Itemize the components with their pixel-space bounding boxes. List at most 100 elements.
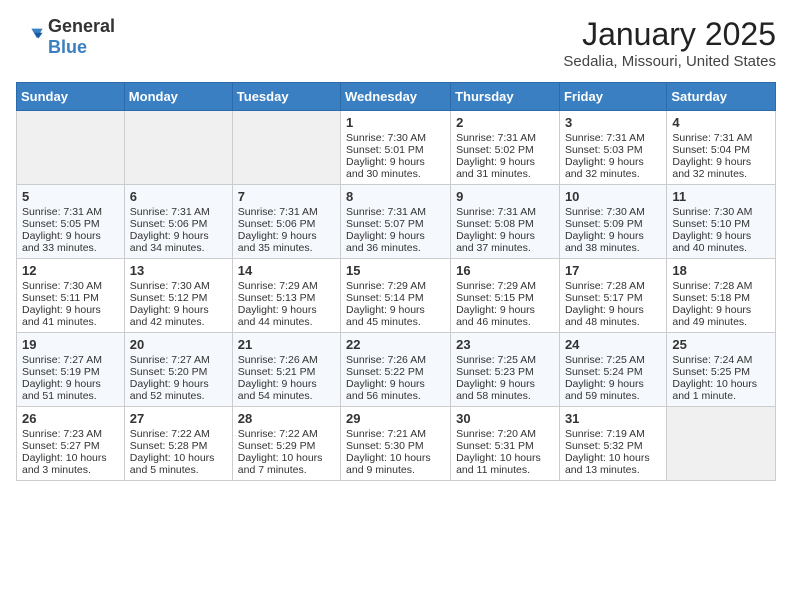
calendar-cell: 5Sunrise: 7:31 AMSunset: 5:05 PMDaylight… xyxy=(17,185,125,259)
weekday-header-wednesday: Wednesday xyxy=(341,83,451,111)
daylight-text: Daylight: 9 hours and 42 minutes. xyxy=(130,304,227,328)
sunset-text: Sunset: 5:12 PM xyxy=(130,292,227,304)
sunset-text: Sunset: 5:04 PM xyxy=(672,144,770,156)
calendar-cell: 8Sunrise: 7:31 AMSunset: 5:07 PMDaylight… xyxy=(341,185,451,259)
day-number: 7 xyxy=(238,189,335,204)
sunset-text: Sunset: 5:03 PM xyxy=(565,144,661,156)
calendar-table: SundayMondayTuesdayWednesdayThursdayFrid… xyxy=(16,82,776,481)
day-number: 28 xyxy=(238,411,335,426)
calendar-cell: 2 Sunrise: 7:31 AMSunset: 5:02 PMDaylight… xyxy=(451,111,560,185)
sunrise-text: Sunrise: 7:30 AM xyxy=(130,280,227,292)
sunrise-text: Sunrise: 7:31 AM xyxy=(565,132,661,144)
daylight-text: Daylight: 9 hours and 34 minutes. xyxy=(130,230,227,254)
weekday-header-tuesday: Tuesday xyxy=(232,83,340,111)
sunrise-text: Sunrise: 7:25 AM xyxy=(456,354,554,366)
calendar-cell: 10Sunrise: 7:30 AMSunset: 5:09 PMDayligh… xyxy=(559,185,666,259)
sunset-text: Sunset: 5:05 PM xyxy=(22,218,119,230)
calendar-cell: 3Sunrise: 7:31 AMSunset: 5:03 PMDaylight… xyxy=(559,111,666,185)
daylight-text: Daylight: 9 hours and 51 minutes. xyxy=(22,378,119,402)
day-number: 13 xyxy=(130,263,227,278)
week-row-2: 5Sunrise: 7:31 AMSunset: 5:05 PMDaylight… xyxy=(17,185,776,259)
day-number: 8 xyxy=(346,189,445,204)
weekday-header-thursday: Thursday xyxy=(451,83,560,111)
daylight-text: Daylight: 9 hours and 35 minutes. xyxy=(238,230,335,254)
sunset-text: Sunset: 5:29 PM xyxy=(238,440,335,452)
sunrise-text: Sunrise: 7:31 AM xyxy=(672,132,770,144)
sunrise-text: Sunrise: 7:29 AM xyxy=(346,280,445,292)
sunset-text: Sunset: 5:15 PM xyxy=(456,292,554,304)
calendar-cell: 25Sunrise: 7:24 AMSunset: 5:25 PMDayligh… xyxy=(667,333,776,407)
sunset-text: Sunset: 5:06 PM xyxy=(238,218,335,230)
day-number: 25 xyxy=(672,337,770,352)
sunrise-text: Sunrise: 7:30 AM xyxy=(672,206,770,218)
day-number: 12 xyxy=(22,263,119,278)
sunset-text: Sunset: 5:28 PM xyxy=(130,440,227,452)
sunrise-text: Sunrise: 7:30 AM xyxy=(565,206,661,218)
day-number: 19 xyxy=(22,337,119,352)
calendar-cell xyxy=(667,407,776,481)
sunrise-text: Sunrise: 7:31 AM xyxy=(130,206,227,218)
calendar-cell: 11Sunrise: 7:30 AMSunset: 5:10 PMDayligh… xyxy=(667,185,776,259)
day-number: 16 xyxy=(456,263,554,278)
calendar-cell: 26Sunrise: 7:23 AMSunset: 5:27 PMDayligh… xyxy=(17,407,125,481)
day-number: 11 xyxy=(672,189,770,204)
title-block: January 2025 Sedalia, Missouri, United S… xyxy=(563,16,776,70)
month-title: January 2025 xyxy=(563,16,776,53)
sunrise-text: Sunrise: 7:28 AM xyxy=(565,280,661,292)
logo-text-blue: Blue xyxy=(48,37,87,57)
daylight-text: Daylight: 10 hours and 9 minutes. xyxy=(346,452,445,476)
day-number: 24 xyxy=(565,337,661,352)
sunset-text: Sunset: 5:02 PM xyxy=(456,144,554,156)
sunrise-text: Sunrise: 7:31 AM xyxy=(456,132,554,144)
calendar-cell: 4 Sunrise: 7:31 AMSunset: 5:04 PMDaylight… xyxy=(667,111,776,185)
day-number: 10 xyxy=(565,189,661,204)
sunrise-text: Sunrise: 7:31 AM xyxy=(346,206,445,218)
calendar-cell: 18Sunrise: 7:28 AMSunset: 5:18 PMDayligh… xyxy=(667,259,776,333)
calendar-cell: 19Sunrise: 7:27 AMSunset: 5:19 PMDayligh… xyxy=(17,333,125,407)
sunset-text: Sunset: 5:07 PM xyxy=(346,218,445,230)
logo-text-general: General xyxy=(48,16,115,36)
calendar-cell: 20Sunrise: 7:27 AMSunset: 5:20 PMDayligh… xyxy=(124,333,232,407)
sunset-text: Sunset: 5:19 PM xyxy=(22,366,119,378)
calendar-cell: 17Sunrise: 7:28 AMSunset: 5:17 PMDayligh… xyxy=(559,259,666,333)
day-number: 4 xyxy=(672,115,770,130)
week-row-3: 12Sunrise: 7:30 AMSunset: 5:11 PMDayligh… xyxy=(17,259,776,333)
week-row-1: 1Sunrise: 7:30 AMSunset: 5:01 PMDaylight… xyxy=(17,111,776,185)
sunrise-text: Sunrise: 7:25 AM xyxy=(565,354,661,366)
sunset-text: Sunset: 5:10 PM xyxy=(672,218,770,230)
sunrise-text: Sunrise: 7:21 AM xyxy=(346,428,445,440)
day-number: 3 xyxy=(565,115,661,130)
sunset-text: Sunset: 5:23 PM xyxy=(456,366,554,378)
sunset-text: Sunset: 5:24 PM xyxy=(565,366,661,378)
sunset-text: Sunset: 5:21 PM xyxy=(238,366,335,378)
sunrise-text: Sunrise: 7:26 AM xyxy=(238,354,335,366)
calendar-cell xyxy=(124,111,232,185)
sunrise-text: Sunrise: 7:30 AM xyxy=(346,132,445,144)
daylight-text: Daylight: 9 hours and 44 minutes. xyxy=(238,304,335,328)
page-header: General Blue January 2025 Sedalia, Misso… xyxy=(16,16,776,70)
daylight-text: Daylight: 9 hours and 31 minutes. xyxy=(456,156,554,180)
daylight-text: Daylight: 9 hours and 37 minutes. xyxy=(456,230,554,254)
day-number: 31 xyxy=(565,411,661,426)
logo-icon xyxy=(16,23,44,51)
day-number: 2 xyxy=(456,115,554,130)
calendar-cell: 9Sunrise: 7:31 AMSunset: 5:08 PMDaylight… xyxy=(451,185,560,259)
sunrise-text: Sunrise: 7:23 AM xyxy=(22,428,119,440)
day-number: 27 xyxy=(130,411,227,426)
sunrise-text: Sunrise: 7:30 AM xyxy=(22,280,119,292)
calendar-cell: 16Sunrise: 7:29 AMSunset: 5:15 PMDayligh… xyxy=(451,259,560,333)
day-number: 17 xyxy=(565,263,661,278)
day-number: 29 xyxy=(346,411,445,426)
daylight-text: Daylight: 10 hours and 1 minute. xyxy=(672,378,770,402)
calendar-cell: 28Sunrise: 7:22 AMSunset: 5:29 PMDayligh… xyxy=(232,407,340,481)
calendar-cell: 13 Sunrise: 7:30 AMSunset: 5:12 PMDayligh… xyxy=(124,259,232,333)
daylight-text: Daylight: 9 hours and 41 minutes. xyxy=(22,304,119,328)
daylight-text: Daylight: 10 hours and 11 minutes. xyxy=(456,452,554,476)
daylight-text: Daylight: 10 hours and 13 minutes. xyxy=(565,452,661,476)
daylight-text: Daylight: 9 hours and 52 minutes. xyxy=(130,378,227,402)
sunrise-text: Sunrise: 7:31 AM xyxy=(238,206,335,218)
sunrise-text: Sunrise: 7:27 AM xyxy=(130,354,227,366)
daylight-text: Daylight: 9 hours and 32 minutes. xyxy=(672,156,770,180)
daylight-text: Daylight: 9 hours and 45 minutes. xyxy=(346,304,445,328)
sunset-text: Sunset: 5:32 PM xyxy=(565,440,661,452)
